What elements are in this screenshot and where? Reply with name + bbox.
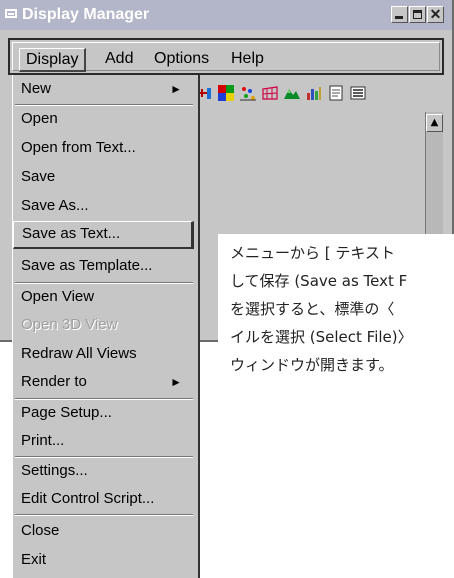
- terrain-icon[interactable]: [284, 85, 300, 101]
- menu-item-save-as-template[interactable]: Save as Template...: [13, 252, 194, 280]
- menubar-frame: Display Add Options Help: [8, 38, 444, 75]
- window-menu-icon[interactable]: [5, 9, 17, 18]
- histogram-icon[interactable]: [306, 85, 322, 101]
- close-icon: ✕: [429, 6, 442, 22]
- window-title: Display Manager: [22, 6, 150, 23]
- menu-item-label: New: [21, 80, 52, 97]
- close-button[interactable]: ✕: [427, 6, 444, 23]
- maximize-icon: [413, 10, 422, 19]
- arrow-up-icon: ▲: [430, 117, 439, 128]
- scroll-up-button[interactable]: ▲: [426, 114, 443, 132]
- caption-line: ウィンドウが開きます。: [230, 356, 394, 374]
- menu-item-label: Render to: [21, 373, 87, 390]
- submenu-arrow-icon: ►: [170, 82, 182, 96]
- menu-item-open[interactable]: Open: [13, 105, 194, 133]
- explanation-caption: メニューから [ テキスト して保存 (Save as Text F を選択する…: [218, 234, 454, 388]
- minimize-icon: [395, 16, 403, 19]
- document-icon[interactable]: [328, 85, 344, 101]
- caption-line: メニューから [ テキスト: [230, 244, 395, 262]
- minimize-button[interactable]: [391, 6, 408, 23]
- menu-help[interactable]: Help: [225, 48, 270, 72]
- menu-item-render-to[interactable]: Render to ►: [13, 368, 194, 396]
- menu-item-page-setup[interactable]: Page Setup...: [13, 399, 194, 427]
- caption-line: して保存 (Save as Text F: [230, 272, 408, 290]
- menu-item-open-from-text[interactable]: Open from Text...: [13, 134, 194, 162]
- surface-grid-icon[interactable]: [262, 85, 278, 101]
- submenu-arrow-icon: ►: [170, 375, 182, 389]
- toolbar: [196, 85, 366, 101]
- color-map-icon[interactable]: [218, 85, 234, 101]
- maximize-button[interactable]: [409, 6, 426, 23]
- menu-item-settings[interactable]: Settings...: [13, 457, 194, 485]
- menu-separator: [15, 514, 193, 516]
- menubar: Display Add Options Help: [12, 42, 440, 72]
- menu-item-redraw-all-views[interactable]: Redraw All Views: [13, 340, 194, 368]
- menu-options[interactable]: Options: [148, 48, 215, 72]
- menu-item-open-view[interactable]: Open View: [13, 283, 194, 311]
- display-menu-dropdown: New ► Open Open from Text... Save Save A…: [12, 75, 200, 578]
- window-controls: ✕: [391, 6, 444, 23]
- menu-item-save-as-text[interactable]: Save as Text...: [13, 221, 194, 249]
- menu-item-edit-control-script[interactable]: Edit Control Script...: [13, 485, 194, 513]
- list-view-icon[interactable]: [350, 85, 366, 101]
- menu-item-exit[interactable]: Exit: [13, 546, 194, 574]
- caption-line: を選択すると、標準の〈: [230, 300, 395, 318]
- menu-item-close[interactable]: Close: [13, 517, 194, 545]
- title-bar[interactable]: Display Manager ✕: [0, 0, 452, 30]
- menu-add[interactable]: Add: [99, 48, 139, 72]
- menu-item-save-as[interactable]: Save As...: [13, 192, 194, 220]
- menu-item-open-3d-view: Open 3D View: [21, 316, 118, 333]
- caption-line: イルを選択 (Select File)〉: [230, 328, 413, 346]
- menu-item-print[interactable]: Print...: [13, 427, 194, 455]
- menu-display[interactable]: Display: [19, 48, 87, 72]
- menu-item-save[interactable]: Save: [13, 163, 194, 191]
- scatter-plot-icon[interactable]: [240, 85, 256, 101]
- menu-item-new[interactable]: New ►: [13, 75, 194, 103]
